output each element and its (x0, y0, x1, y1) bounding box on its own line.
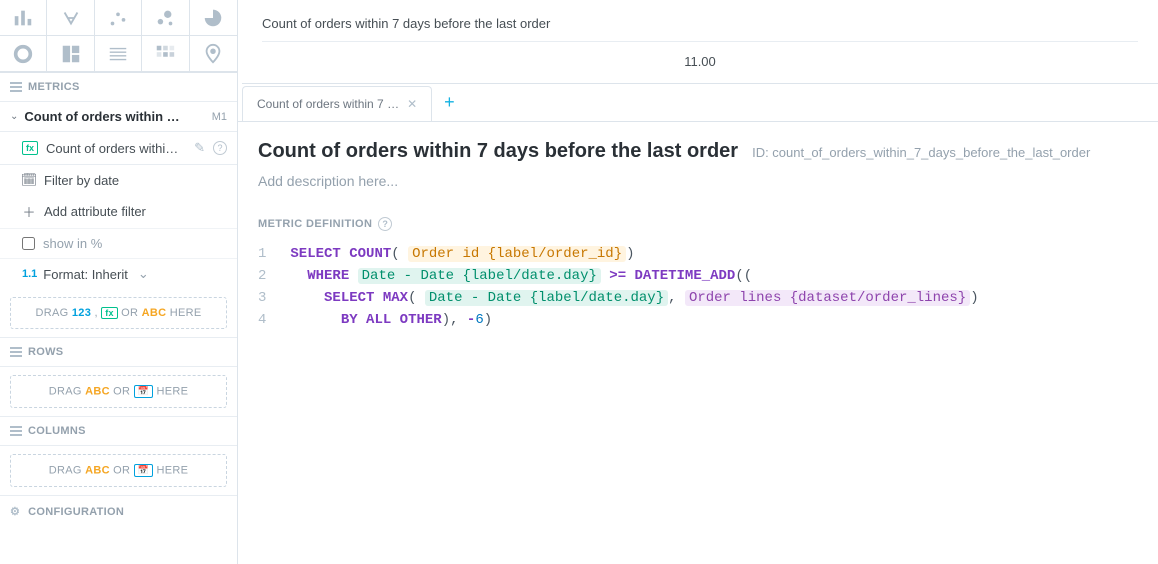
metric-title: Count of orders within … (24, 109, 205, 124)
geo-icon[interactable] (190, 36, 237, 72)
headline-icon[interactable] (47, 0, 94, 36)
add-tab-button[interactable]: + (432, 84, 467, 121)
description-placeholder[interactable]: Add description here... (258, 173, 1138, 189)
tab-metric[interactable]: Count of orders within 7 … ✕ (242, 86, 432, 121)
number-type-icon: 123 (72, 307, 91, 319)
columns-label: COLUMNS (28, 425, 86, 437)
add-attribute-filter-item[interactable]: ＋ Add attribute filter (0, 195, 237, 228)
rows-dropzone[interactable]: DRAG ABC OR 📅 HERE (10, 375, 227, 408)
code-editor[interactable]: 1234 SELECT COUNT( Order id {label/order… (258, 243, 1138, 331)
fx-icon: fx (22, 141, 38, 155)
code-body[interactable]: SELECT COUNT( Order id {label/order_id})… (290, 243, 978, 331)
preview-pane: Count of orders within 7 days before the… (242, 0, 1158, 84)
treemap-icon[interactable] (47, 36, 94, 72)
metrics-panel-header: METRICS (0, 73, 237, 102)
donut-icon[interactable] (0, 36, 47, 72)
filter-date-label: Filter by date (44, 173, 119, 188)
token-date[interactable]: Date - Date {label/date.day} (358, 268, 601, 284)
columns-dropzone[interactable]: DRAG ABC OR 📅 HERE (10, 454, 227, 487)
configuration-row[interactable]: ⚙ CONFIGURATION (0, 495, 237, 527)
fx-type-icon: fx (101, 307, 118, 319)
line-gutter: 1234 (258, 243, 290, 331)
columns-panel-header: COLUMNS (0, 416, 237, 446)
gear-icon: ⚙ (10, 505, 20, 518)
token-date[interactable]: Date - Date {label/date.day} (425, 290, 668, 306)
abc-type-icon: ABC (142, 307, 167, 319)
token-attribute[interactable]: Order id {label/order_id} (408, 246, 626, 262)
pie-icon[interactable] (190, 0, 237, 36)
column-chart-icon[interactable] (0, 0, 47, 36)
date-type-icon: 📅 (134, 464, 154, 477)
heatmap-icon[interactable] (142, 36, 189, 72)
chart-type-grid (0, 0, 237, 73)
close-icon[interactable]: ✕ (407, 97, 417, 111)
calendar-icon: 🗓 (22, 172, 36, 188)
help-icon[interactable]: ? (213, 141, 227, 155)
metric-tag: M1 (212, 111, 227, 123)
metric-definition-label: METRIC DEFINITION ? (258, 217, 1138, 231)
plus-icon: ＋ (22, 202, 36, 221)
abc-type-icon: ABC (85, 386, 110, 398)
editor-title[interactable]: Count of orders within 7 days before the… (258, 140, 738, 163)
help-icon[interactable]: ? (378, 217, 392, 231)
editor-id: ID: count_of_orders_within_7_days_before… (752, 145, 1090, 160)
metrics-label: METRICS (28, 81, 80, 93)
rows-panel-header: ROWS (0, 337, 237, 367)
metric-sub-label: Count of orders withi… (46, 141, 186, 156)
configuration-label: CONFIGURATION (28, 506, 124, 518)
main-area: Count of orders within 7 days before the… (238, 0, 1158, 564)
add-attr-label: Add attribute filter (44, 204, 146, 219)
preview-value: 11.00 (262, 42, 1138, 73)
metric-editor: Count of orders within 7 days before the… (238, 122, 1158, 349)
metric-sub-item[interactable]: fx Count of orders withi… ✎ ? (0, 132, 237, 165)
metric-item[interactable]: ⌄ Count of orders within … M1 (0, 102, 237, 132)
rows-label: ROWS (28, 346, 63, 358)
format-icon: 1.1 (22, 268, 37, 280)
preview-title: Count of orders within 7 days before the… (262, 16, 1138, 42)
sidebar: METRICS ⌄ Count of orders within … M1 fx… (0, 0, 238, 564)
table-icon[interactable] (95, 36, 142, 72)
editor-tabs: Count of orders within 7 … ✕ + (238, 84, 1158, 122)
format-select[interactable]: 1.1 Format: Inherit ⌄ (0, 258, 237, 289)
scatter-icon[interactable] (95, 0, 142, 36)
show-in-percent-checkbox[interactable] (22, 237, 35, 250)
abc-type-icon: ABC (85, 465, 110, 477)
chevron-down-icon: ⌄ (10, 111, 18, 122)
show-in-percent-option[interactable]: show in % (0, 228, 237, 258)
date-type-icon: 📅 (134, 385, 154, 398)
format-label: Format: Inherit (43, 267, 128, 282)
metrics-dropzone[interactable]: DRAG 123 , fx OR ABC HERE (10, 297, 227, 329)
token-dataset[interactable]: Order lines {dataset/order_lines} (685, 290, 970, 306)
pencil-icon[interactable]: ✎ (194, 140, 205, 156)
bubble-icon[interactable] (142, 0, 189, 36)
tab-label: Count of orders within 7 … (257, 97, 399, 111)
show-in-percent-label: show in % (43, 236, 102, 251)
chevron-down-icon: ⌄ (138, 266, 149, 282)
filter-by-date-item[interactable]: 🗓 Filter by date (0, 165, 237, 195)
